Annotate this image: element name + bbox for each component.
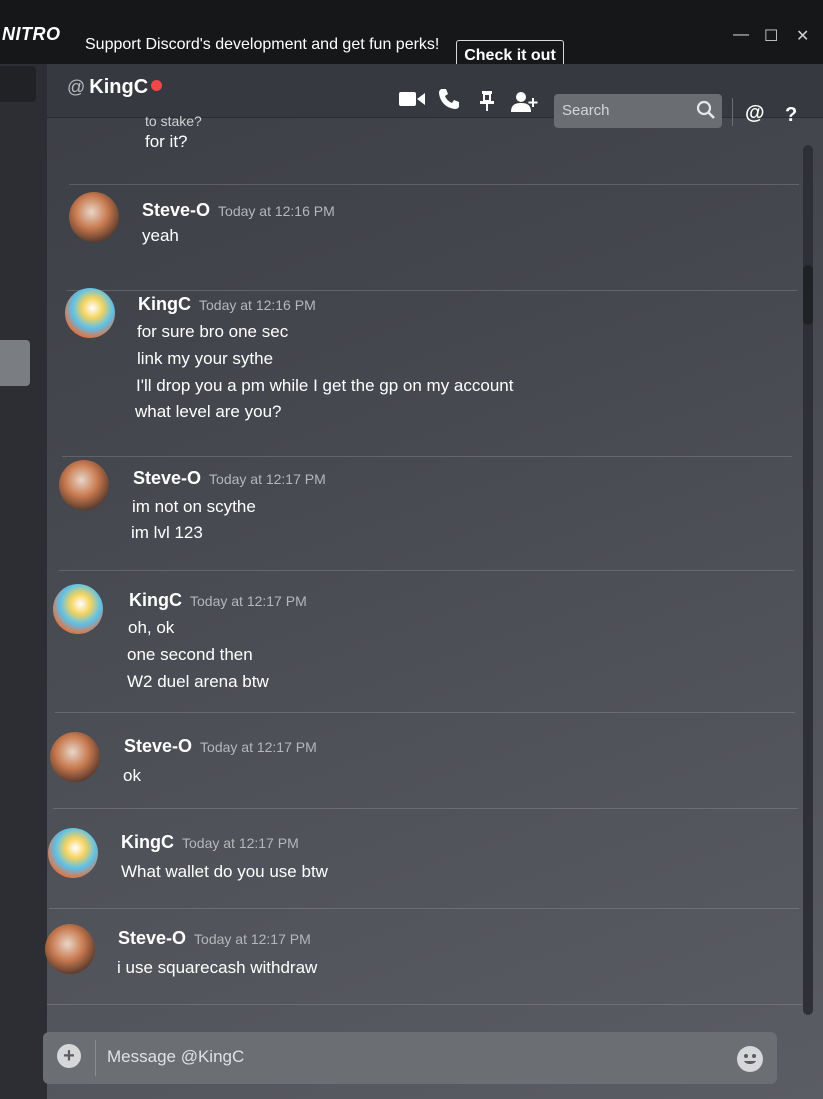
- avatar[interactable]: [48, 828, 98, 878]
- message-line: link my your sythe: [137, 349, 274, 368]
- message-timestamp: Today at 12:17 PM: [209, 471, 326, 487]
- pin-icon[interactable]: [479, 90, 495, 118]
- message-line: yeah: [142, 226, 179, 245]
- message-author[interactable]: Steve-O Today at 12:16 PM: [142, 200, 335, 221]
- author-name[interactable]: KingC: [138, 294, 191, 314]
- discord-window: NITRO Support Discord's development and …: [0, 0, 823, 1099]
- minimize-button[interactable]: —: [733, 26, 749, 44]
- message-line: oh, ok: [128, 618, 175, 637]
- author-name[interactable]: KingC: [121, 832, 174, 852]
- avatar[interactable]: [69, 192, 119, 242]
- sidebar-item[interactable]: [0, 66, 36, 102]
- nitro-logo: NITRO: [2, 24, 61, 44]
- message-line: i use squarecash withdraw: [117, 958, 318, 977]
- message-author[interactable]: Steve-O Today at 12:17 PM: [133, 468, 326, 489]
- message-input[interactable]: [107, 1042, 707, 1072]
- nitro-banner: NITRO Support Discord's development and …: [0, 0, 823, 72]
- author-name[interactable]: Steve-O: [118, 928, 186, 948]
- message-composer: +: [43, 1032, 777, 1084]
- message-line: W2 duel arena btw: [127, 672, 269, 691]
- author-name[interactable]: KingC: [129, 590, 182, 610]
- author-name[interactable]: Steve-O: [124, 736, 192, 756]
- at-symbol: @: [67, 77, 86, 97]
- message-timestamp: Today at 12:16 PM: [218, 203, 335, 219]
- message-author[interactable]: Steve-O Today at 12:17 PM: [124, 736, 317, 757]
- message-timestamp: Today at 12:17 PM: [200, 739, 317, 755]
- channel-sidebar: [0, 64, 47, 1099]
- message-divider: [47, 1004, 802, 1005]
- message-line: for sure bro one sec: [137, 322, 289, 341]
- phone-call-icon[interactable]: [438, 88, 460, 116]
- sidebar-item-selected[interactable]: [0, 340, 30, 386]
- message-line: one second then: [127, 645, 253, 664]
- message-line: what level are you?: [135, 402, 282, 421]
- scrollbar[interactable]: [803, 145, 813, 1015]
- message-divider: [59, 570, 794, 571]
- message-timestamp: Today at 12:17 PM: [182, 835, 299, 851]
- message-author[interactable]: KingC Today at 12:17 PM: [121, 832, 299, 853]
- composer-divider: [95, 1040, 96, 1076]
- message-timestamp: Today at 12:17 PM: [194, 931, 311, 947]
- message-line: im not on scythe: [132, 497, 256, 516]
- avatar[interactable]: [59, 460, 109, 510]
- message-author[interactable]: KingC Today at 12:17 PM: [129, 590, 307, 611]
- channel-header: @ KingC Search @ ?: [47, 64, 823, 128]
- dm-title: @ KingC: [67, 76, 163, 99]
- message-line: im lvl 123: [131, 523, 203, 542]
- avatar[interactable]: [65, 288, 115, 338]
- avatar[interactable]: [45, 924, 95, 974]
- add-friend-icon[interactable]: [511, 91, 539, 119]
- status-indicator: [151, 80, 163, 91]
- message-line: What wallet do you use btw: [121, 862, 328, 881]
- video-call-icon[interactable]: [399, 90, 425, 114]
- message-divider: [69, 184, 799, 185]
- avatar[interactable]: [53, 584, 103, 634]
- banner-text: Support Discord's development and get fu…: [85, 36, 440, 53]
- message-divider: [53, 808, 798, 809]
- message-divider: [55, 712, 795, 713]
- window-close-button[interactable]: ✕: [796, 26, 809, 46]
- emoji-icon[interactable]: [737, 1046, 763, 1072]
- attach-button[interactable]: +: [57, 1044, 81, 1068]
- message-timestamp: Today at 12:16 PM: [199, 297, 316, 313]
- message-divider: [62, 456, 792, 457]
- message-author[interactable]: Steve-O Today at 12:17 PM: [118, 928, 311, 949]
- author-name[interactable]: Steve-O: [133, 468, 201, 488]
- message-author[interactable]: KingC Today at 12:16 PM: [138, 294, 316, 315]
- author-name[interactable]: Steve-O: [142, 200, 210, 220]
- scrollbar-thumb[interactable]: [803, 265, 813, 325]
- avatar[interactable]: [50, 732, 100, 782]
- dm-name: KingC: [89, 76, 149, 98]
- message-divider: [67, 290, 797, 291]
- search-placeholder: Search: [562, 102, 610, 119]
- message-timestamp: Today at 12:17 PM: [190, 593, 307, 609]
- message-line: for it?: [145, 132, 188, 151]
- message-line: to stake?: [145, 114, 202, 126]
- message-line: ok: [123, 766, 141, 785]
- message-line: I'll drop you a pm while I get the gp on…: [136, 376, 514, 395]
- message-divider: [49, 908, 799, 909]
- maximize-button[interactable]: ☐: [764, 26, 778, 46]
- message-list: to stake? for it? Steve-O Today at 12:16 …: [45, 114, 803, 1018]
